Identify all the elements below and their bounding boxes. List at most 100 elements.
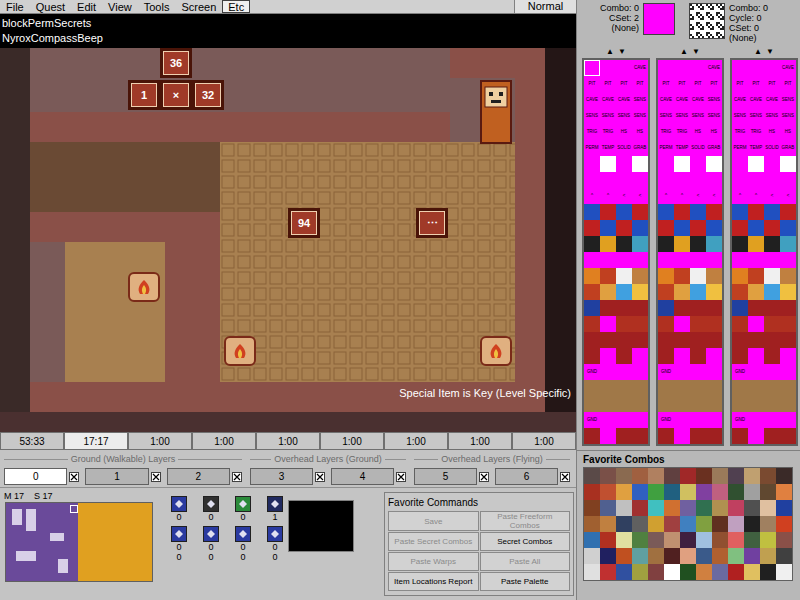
favorite-combo[interactable] — [728, 468, 744, 484]
favorite-combo[interactable] — [616, 484, 632, 500]
combo-tile[interactable] — [674, 284, 690, 300]
favorite-combo[interactable] — [776, 564, 792, 580]
combo-tile[interactable]: SENS — [690, 108, 706, 124]
favorite-combo[interactable] — [776, 516, 792, 532]
combo-tile[interactable]: SENS — [780, 92, 796, 108]
combo-tile[interactable] — [764, 252, 780, 268]
favorite-combo[interactable] — [728, 548, 744, 564]
combo-tile[interactable] — [748, 220, 764, 236]
combo-tile[interactable] — [748, 428, 764, 444]
combo-tile[interactable] — [764, 380, 780, 396]
combo-tile[interactable] — [748, 332, 764, 348]
combo-tile[interactable] — [732, 60, 748, 76]
combo-tile[interactable]: < — [690, 188, 706, 204]
combo-tile[interactable]: HS — [764, 124, 780, 140]
screen-tab[interactable]: 1:00 — [192, 432, 256, 450]
combo-tile[interactable] — [632, 252, 648, 268]
combo-tile[interactable]: TRIG — [584, 124, 600, 140]
item-counter[interactable]: 0 — [234, 496, 252, 522]
combo-tile[interactable] — [732, 268, 748, 284]
combo-tile[interactable] — [706, 364, 722, 380]
combo-tile[interactable]: SENS — [674, 108, 690, 124]
combo-tile[interactable]: HS — [706, 124, 722, 140]
combo-tile[interactable] — [706, 172, 722, 188]
combo-tile[interactable]: PIT — [690, 76, 706, 92]
combo-tile[interactable] — [780, 396, 796, 412]
combo-tile[interactable] — [764, 268, 780, 284]
combo-tile[interactable] — [674, 380, 690, 396]
combo-tile[interactable] — [674, 348, 690, 364]
combo-tile[interactable] — [732, 300, 748, 316]
combo-tile[interactable] — [748, 380, 764, 396]
combo-tile[interactable]: SENS — [748, 108, 764, 124]
layer-button[interactable]: 3 — [250, 468, 313, 485]
combo-tile[interactable]: GND — [658, 412, 674, 428]
favorite-combo[interactable] — [728, 500, 744, 516]
combo-tile[interactable]: CAVE — [584, 92, 600, 108]
combo-tile[interactable]: ^ — [600, 188, 616, 204]
combo-tile[interactable] — [584, 300, 600, 316]
combo-tile[interactable] — [600, 172, 616, 188]
layer-button[interactable]: 1 — [85, 468, 148, 485]
combo-tile[interactable] — [732, 428, 748, 444]
combo-tile[interactable]: SOLID — [616, 140, 632, 156]
combo-tile[interactable] — [600, 236, 616, 252]
combo-tile[interactable]: TEMP — [674, 140, 690, 156]
combo-tile[interactable]: GND — [584, 364, 600, 380]
combo-tile[interactable] — [584, 156, 600, 172]
combo-tile[interactable] — [616, 412, 632, 428]
combo-tile[interactable]: TRIG — [658, 124, 674, 140]
menu-item[interactable]: Screen — [175, 0, 222, 13]
combo-tile[interactable] — [616, 332, 632, 348]
combo-tile[interactable] — [600, 316, 616, 332]
combo-tile[interactable]: CAVE — [658, 92, 674, 108]
combo-tile[interactable] — [690, 364, 706, 380]
favorite-combo[interactable] — [664, 484, 680, 500]
menu-item[interactable]: View — [102, 0, 138, 13]
combo-tile[interactable] — [616, 380, 632, 396]
combo-tile[interactable] — [584, 268, 600, 284]
combo-tile[interactable]: CAVE — [780, 60, 796, 76]
combo-tile[interactable]: SENS — [658, 108, 674, 124]
combo-tile[interactable] — [690, 156, 706, 172]
combo-tile[interactable] — [690, 268, 706, 284]
favorite-combo[interactable] — [744, 564, 760, 580]
screen-tab[interactable]: 1:00 — [384, 432, 448, 450]
favorite-combo[interactable] — [776, 548, 792, 564]
combo-tile[interactable]: HS — [632, 124, 648, 140]
combo-tile[interactable]: < — [632, 188, 648, 204]
map-block[interactable]: ⋯ — [416, 208, 448, 238]
combo-tile[interactable] — [674, 396, 690, 412]
map-block[interactable]: 1 — [128, 80, 160, 110]
combo-tile[interactable]: < — [764, 188, 780, 204]
favorite-combo[interactable] — [712, 468, 728, 484]
favorite-combo[interactable] — [760, 468, 776, 484]
cycle-combo-preview[interactable] — [689, 3, 725, 39]
favorite-combo[interactable] — [680, 468, 696, 484]
combo-tile[interactable] — [690, 428, 706, 444]
combo-swatch[interactable] — [643, 3, 675, 35]
favorite-combo[interactable] — [744, 548, 760, 564]
combo-tile[interactable] — [706, 268, 722, 284]
combo-tile[interactable] — [764, 60, 780, 76]
combo-tile[interactable] — [674, 236, 690, 252]
item-counter[interactable]: 1 — [266, 496, 284, 522]
combo-tile[interactable]: PIT — [600, 76, 616, 92]
favorite-combo[interactable] — [584, 516, 600, 532]
layer-visible-checkbox[interactable] — [69, 472, 79, 482]
combo-tile[interactable] — [780, 332, 796, 348]
favorite-combo[interactable] — [632, 484, 648, 500]
favorite-combo[interactable] — [696, 548, 712, 564]
combo-tile[interactable]: < — [616, 188, 632, 204]
combo-tile[interactable] — [600, 396, 616, 412]
combo-tile[interactable] — [600, 348, 616, 364]
combo-tile[interactable]: TRIG — [600, 124, 616, 140]
combo-tile[interactable] — [632, 172, 648, 188]
combo-tile[interactable] — [584, 380, 600, 396]
combo-tile[interactable]: SENS — [616, 108, 632, 124]
combo-tile[interactable] — [616, 204, 632, 220]
favorite-combo[interactable] — [760, 484, 776, 500]
combo-tile[interactable] — [600, 428, 616, 444]
combo-tile[interactable] — [690, 236, 706, 252]
favorite-combo[interactable] — [648, 516, 664, 532]
